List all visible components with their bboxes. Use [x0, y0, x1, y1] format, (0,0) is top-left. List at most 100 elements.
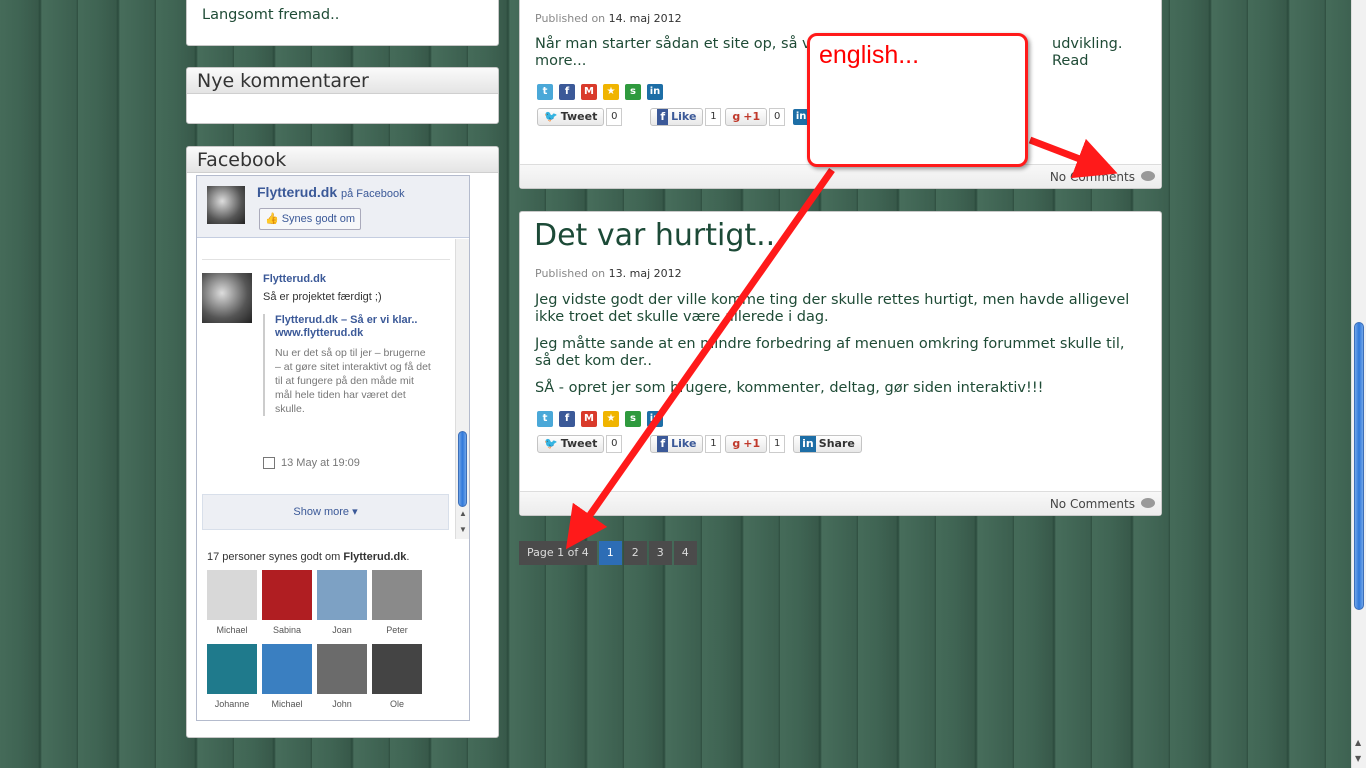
annotation-text: english... — [819, 41, 920, 69]
linkedin-icon[interactable]: in — [647, 84, 663, 100]
thumb-up-icon: 👍 — [265, 213, 279, 225]
fb-post-text: Så er projektet færdigt ;) — [263, 291, 382, 303]
fb-share-icon — [263, 457, 275, 469]
social-buttons: 🐦 Tweet 0 f Like 1 g +1 0 in — [537, 108, 810, 126]
page-link-2[interactable]: 2 — [623, 541, 647, 565]
fb-scrollbar-thumb[interactable] — [458, 431, 467, 507]
fb-link-attachment[interactable]: Flytterud.dk – Så er vi klar.. www.flytt… — [263, 314, 433, 416]
excerpt-part: Når man starter sådan et site op, så vil… — [535, 36, 833, 52]
scroll-up-icon[interactable]: ▲ — [459, 509, 467, 518]
post-footer: No Comments — [520, 491, 1161, 515]
facebook-icon[interactable]: f — [559, 411, 575, 427]
twitter-icon[interactable]: t — [537, 84, 553, 100]
google-plus-button[interactable]: g +1 — [725, 435, 768, 453]
fb-on-facebook[interactable]: på Facebook — [341, 188, 405, 200]
fb-post-time[interactable]: 13 May at 19:09 — [263, 457, 360, 469]
fb-post-author[interactable]: Flytterud.dk — [263, 273, 326, 285]
page-link-1[interactable]: 1 — [598, 541, 622, 565]
fb-link-url[interactable]: www.flytterud.dk — [275, 327, 433, 340]
fb-like-button[interactable]: 👍 Synes godt om — [259, 208, 362, 230]
fb-fan-avatar[interactable] — [207, 644, 257, 694]
scroll-down-icon[interactable]: ▼ — [459, 525, 467, 534]
facebook-icon[interactable]: f — [559, 84, 575, 100]
twitter-bird-icon: 🐦 — [544, 110, 558, 123]
fb-fans-count: 17 personer synes godt om Flytterud.dk. — [207, 551, 409, 563]
pagination: Page 1 of 4 1 2 3 4 — [519, 541, 697, 565]
page-scrollbar[interactable]: ▲ ▼ — [1351, 0, 1366, 768]
favorite-star-icon[interactable]: ★ — [603, 411, 619, 427]
page-link-4[interactable]: 4 — [673, 541, 697, 565]
fb-fan[interactable]: Joan — [317, 570, 367, 635]
fb-fan[interactable]: Johanne — [207, 644, 257, 709]
plus-count: 0 — [769, 108, 786, 126]
linkedin-icon[interactable]: in — [647, 411, 663, 427]
gmail-icon[interactable]: M — [581, 411, 597, 427]
fb-fan-avatar[interactable] — [317, 570, 367, 620]
fb-fan[interactable]: John — [317, 644, 367, 709]
like-label: Like — [671, 110, 697, 123]
fb-fan-avatar[interactable] — [372, 570, 422, 620]
fb-fans-page[interactable]: Flytterud.dk — [343, 551, 406, 563]
fb-fan-name: Sabina — [272, 625, 302, 635]
speech-bubble-icon — [1141, 171, 1155, 181]
fb-fan[interactable]: Sabina — [262, 570, 312, 635]
caret-down-icon: ▾ — [352, 506, 358, 518]
fb-fan-name: Joan — [332, 625, 352, 635]
fb-like-label: Synes godt om — [281, 213, 356, 225]
fb-page-name[interactable]: Flytterud.dk — [257, 184, 337, 200]
fb-link-title[interactable]: Flytterud.dk – Så er vi klar.. — [275, 314, 433, 327]
favorite-star-icon[interactable]: ★ — [603, 84, 619, 100]
fb-fan-avatar[interactable] — [317, 644, 367, 694]
twitter-icon[interactable]: t — [537, 411, 553, 427]
stumbleupon-icon[interactable]: s — [625, 84, 641, 100]
annotation-callout: english... — [807, 33, 1028, 167]
linkedin-share-button[interactable]: in Share — [793, 435, 862, 453]
tweet-button[interactable]: 🐦 Tweet — [537, 108, 605, 126]
recent-posts-widget: Langsomt fremad.. — [186, 0, 499, 46]
fb-fan-avatar[interactable] — [372, 644, 422, 694]
post-title[interactable]: Det var hurtigt.. — [534, 218, 775, 253]
post-date[interactable]: 13. maj 2012 — [609, 267, 682, 280]
google-g-icon: g — [732, 437, 741, 450]
fb-like-post-button[interactable]: f Like — [650, 108, 704, 126]
tweet-label: Tweet — [560, 110, 598, 123]
post-date[interactable]: 14. maj 2012 — [609, 12, 682, 25]
facebook-like-box: Flytterud.dk på Facebook 👍 Synes godt om… — [196, 175, 470, 721]
fb-fan[interactable]: Michael — [207, 570, 257, 635]
fb-show-more-button[interactable]: Show more ▾ — [202, 494, 449, 530]
like-count: 1 — [705, 108, 722, 126]
post-card: Det var hurtigt.. Published on 13. maj 2… — [519, 211, 1162, 516]
fb-show-more-label: Show more — [293, 506, 350, 518]
fb-post-avatar[interactable] — [202, 273, 252, 323]
fb-stream-scrollbar[interactable]: ▲ ▼ — [455, 239, 469, 539]
recent-post-link[interactable]: Langsomt fremad.. — [202, 7, 339, 23]
facebook-icon: f — [657, 109, 669, 125]
page-scrollbar-thumb[interactable] — [1354, 322, 1364, 610]
fb-fan[interactable]: Michael — [262, 644, 312, 709]
comments-link[interactable]: No Comments — [1050, 497, 1135, 511]
twitter-bird-icon: 🐦 — [544, 437, 558, 450]
fb-fan-name: Michael — [216, 625, 248, 635]
page-link-3[interactable]: 3 — [648, 541, 672, 565]
tweet-button[interactable]: 🐦 Tweet — [537, 435, 605, 453]
scroll-up-icon[interactable]: ▲ — [1355, 738, 1361, 747]
read-more-link[interactable]: more... — [535, 53, 586, 70]
fb-fan-avatar[interactable] — [262, 644, 312, 694]
share-icons: t f M ★ s in — [537, 84, 663, 100]
post-published: Published on 14. maj 2012 — [535, 12, 682, 25]
fb-like-post-button[interactable]: f Like — [650, 435, 704, 453]
fb-fan-avatar[interactable] — [262, 570, 312, 620]
comments-link[interactable]: No Comments — [1050, 170, 1135, 184]
fb-fan[interactable]: Peter — [372, 570, 422, 635]
fb-fan-avatar[interactable] — [207, 570, 257, 620]
share-label: Share — [818, 437, 855, 450]
fb-page-avatar[interactable] — [207, 186, 245, 224]
fb-fan[interactable]: Ole — [372, 644, 422, 709]
google-plus-button[interactable]: g +1 — [725, 108, 768, 126]
stumbleupon-icon[interactable]: s — [625, 411, 641, 427]
fb-time-label: 13 May at 19:09 — [281, 457, 360, 469]
gmail-icon[interactable]: M — [581, 84, 597, 100]
scroll-down-icon[interactable]: ▼ — [1355, 754, 1361, 763]
plus-count: 1 — [769, 435, 786, 453]
plus-label: +1 — [743, 437, 761, 450]
